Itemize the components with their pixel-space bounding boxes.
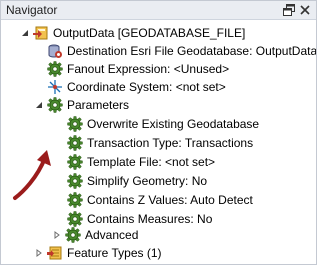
tree-item-label: Advanced: [85, 228, 139, 242]
collapse-arrow-icon[interactable]: [19, 27, 31, 39]
tree-item-label: Feature Types (1): [67, 246, 162, 260]
coordinate-system-icon: [47, 79, 63, 95]
float-window-icon[interactable]: [282, 3, 296, 17]
param-transaction-type[interactable]: Transaction Type: Transactions: [67, 134, 253, 152]
panel-title: Navigator: [6, 3, 58, 17]
tree-item-label: Template File: <not set>: [87, 155, 216, 169]
close-icon[interactable]: [298, 3, 312, 17]
tree-item-root[interactable]: OutputData [GEODATABASE_FILE]: [19, 24, 245, 42]
writer-icon: [33, 25, 49, 41]
gear-icon: [67, 116, 83, 132]
param-simplify-geometry[interactable]: Simplify Geometry: No: [67, 172, 207, 190]
tree-item-advanced[interactable]: Advanced: [51, 226, 138, 244]
tree-item-coordinate-system[interactable]: Coordinate System: <not set>: [47, 78, 226, 96]
gear-icon: [67, 173, 83, 189]
tree-item-destination[interactable]: Destination Esri File Geodatabase: Outpu…: [47, 42, 316, 60]
tree-item-parameters[interactable]: Parameters: [33, 96, 129, 114]
gear-icon: [47, 97, 63, 113]
navigator-panel: Navigator OutputData [GEODATABASE_FILE] …: [0, 0, 317, 265]
annotation-arrow-icon: [13, 150, 51, 200]
gear-icon: [65, 227, 81, 243]
tree-item-label: Destination Esri File Geodatabase: Outpu…: [67, 44, 316, 58]
tree-item-label: Simplify Geometry: No: [87, 174, 208, 188]
expand-arrow-icon[interactable]: [51, 229, 63, 241]
tree-item-label: Overwrite Existing Geodatabase: [87, 117, 260, 131]
param-contains-z[interactable]: Contains Z Values: Auto Detect: [67, 191, 253, 209]
tree-item-label: Transaction Type: Transactions: [87, 136, 254, 150]
param-overwrite[interactable]: Overwrite Existing Geodatabase: [67, 115, 259, 133]
tree-item-label: Contains Z Values: Auto Detect: [87, 193, 253, 207]
gear-icon: [47, 61, 63, 77]
gear-icon: [67, 192, 83, 208]
tree-item-label: Fanout Expression: <Unused>: [67, 62, 230, 76]
gear-icon: [67, 154, 83, 170]
feature-types-icon: [47, 245, 63, 261]
tree-item-fanout[interactable]: Fanout Expression: <Unused>: [47, 60, 229, 78]
database-icon: [47, 43, 63, 59]
tree-item-label: OutputData [GEODATABASE_FILE]: [53, 26, 246, 40]
collapse-arrow-icon[interactable]: [33, 99, 45, 111]
gear-icon: [67, 211, 83, 227]
tree-item-label: Parameters: [67, 98, 130, 112]
tree-item-label: Coordinate System: <not set>: [67, 80, 226, 94]
tree-item-feature-types[interactable]: Feature Types (1): [33, 244, 162, 262]
panel-titlebar: Navigator: [1, 1, 316, 20]
expand-arrow-icon[interactable]: [33, 247, 45, 259]
gear-icon: [67, 135, 83, 151]
navigator-tree: OutputData [GEODATABASE_FILE] Destinatio…: [1, 20, 316, 264]
param-template-file[interactable]: Template File: <not set>: [67, 153, 215, 171]
